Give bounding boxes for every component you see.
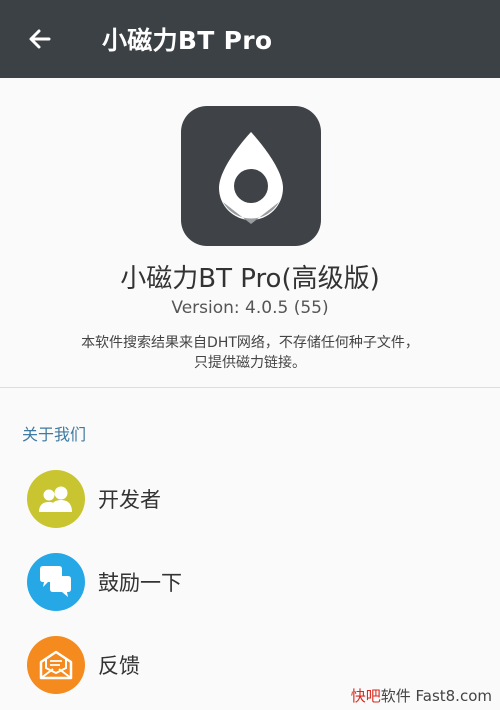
watermark-brand: 快吧	[350, 687, 381, 705]
toolbar-title: 小磁力BT Pro	[102, 26, 273, 55]
description-line-2: 只提供磁力链接。	[194, 355, 306, 371]
watermark-site: 软件 Fast8.com	[380, 687, 492, 705]
arrow-left-icon	[29, 29, 51, 49]
divider	[0, 387, 500, 388]
list-item-developer[interactable]: 开发者	[0, 459, 500, 539]
app-description: 本软件搜索结果来自DHT网络，不存储任何种子文件， 只提供磁力链接。	[40, 333, 460, 373]
people-icon	[39, 486, 72, 512]
envelope-icon	[39, 650, 73, 680]
app-name: 小磁力BT Pro(高级版)	[120, 264, 380, 294]
app-logo	[181, 106, 321, 246]
encourage-icon-circle	[27, 553, 85, 611]
watermark: 快吧软件 Fast8.com	[351, 685, 492, 706]
back-button[interactable]	[0, 0, 80, 78]
feedback-icon-circle	[27, 636, 85, 694]
list-item-encourage[interactable]: 鼓励一下	[0, 542, 500, 622]
developer-icon-circle	[27, 470, 85, 528]
encourage-label: 鼓励一下	[98, 571, 182, 595]
app-toolbar: 小磁力BT Pro	[0, 0, 500, 78]
developer-label: 开发者	[98, 488, 161, 512]
app-version: Version: 4.0.5 (55)	[171, 298, 329, 318]
feedback-label: 反馈	[98, 654, 140, 678]
chat-bubbles-icon	[40, 566, 71, 597]
description-line-1: 本软件搜索结果来自DHT网络，不存储任何种子文件，	[81, 335, 419, 351]
section-header-about-us: 关于我们	[22, 425, 87, 444]
location-pin-icon	[219, 132, 283, 224]
